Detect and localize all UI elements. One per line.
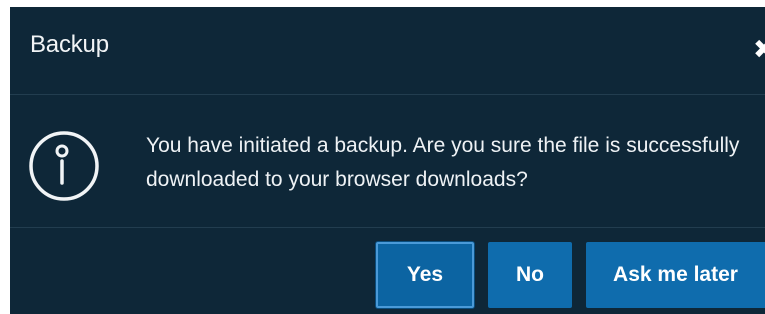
- ask-me-later-button[interactable]: Ask me later: [586, 242, 765, 308]
- dialog-body: You have initiated a backup. Are you sur…: [10, 95, 765, 228]
- no-button[interactable]: No: [488, 242, 572, 308]
- dialog-message: You have initiated a backup. Are you sur…: [146, 134, 740, 191]
- yes-button[interactable]: Yes: [376, 242, 474, 308]
- info-circle-icon: [29, 131, 99, 201]
- dialog-header: Backup ✖: [10, 7, 765, 95]
- close-icon[interactable]: ✖: [753, 35, 765, 63]
- backup-dialog: Backup ✖ You have initiated a backup. Ar…: [10, 7, 765, 314]
- dialog-title: Backup: [30, 31, 109, 58]
- dialog-footer: Yes No Ask me later: [10, 228, 765, 314]
